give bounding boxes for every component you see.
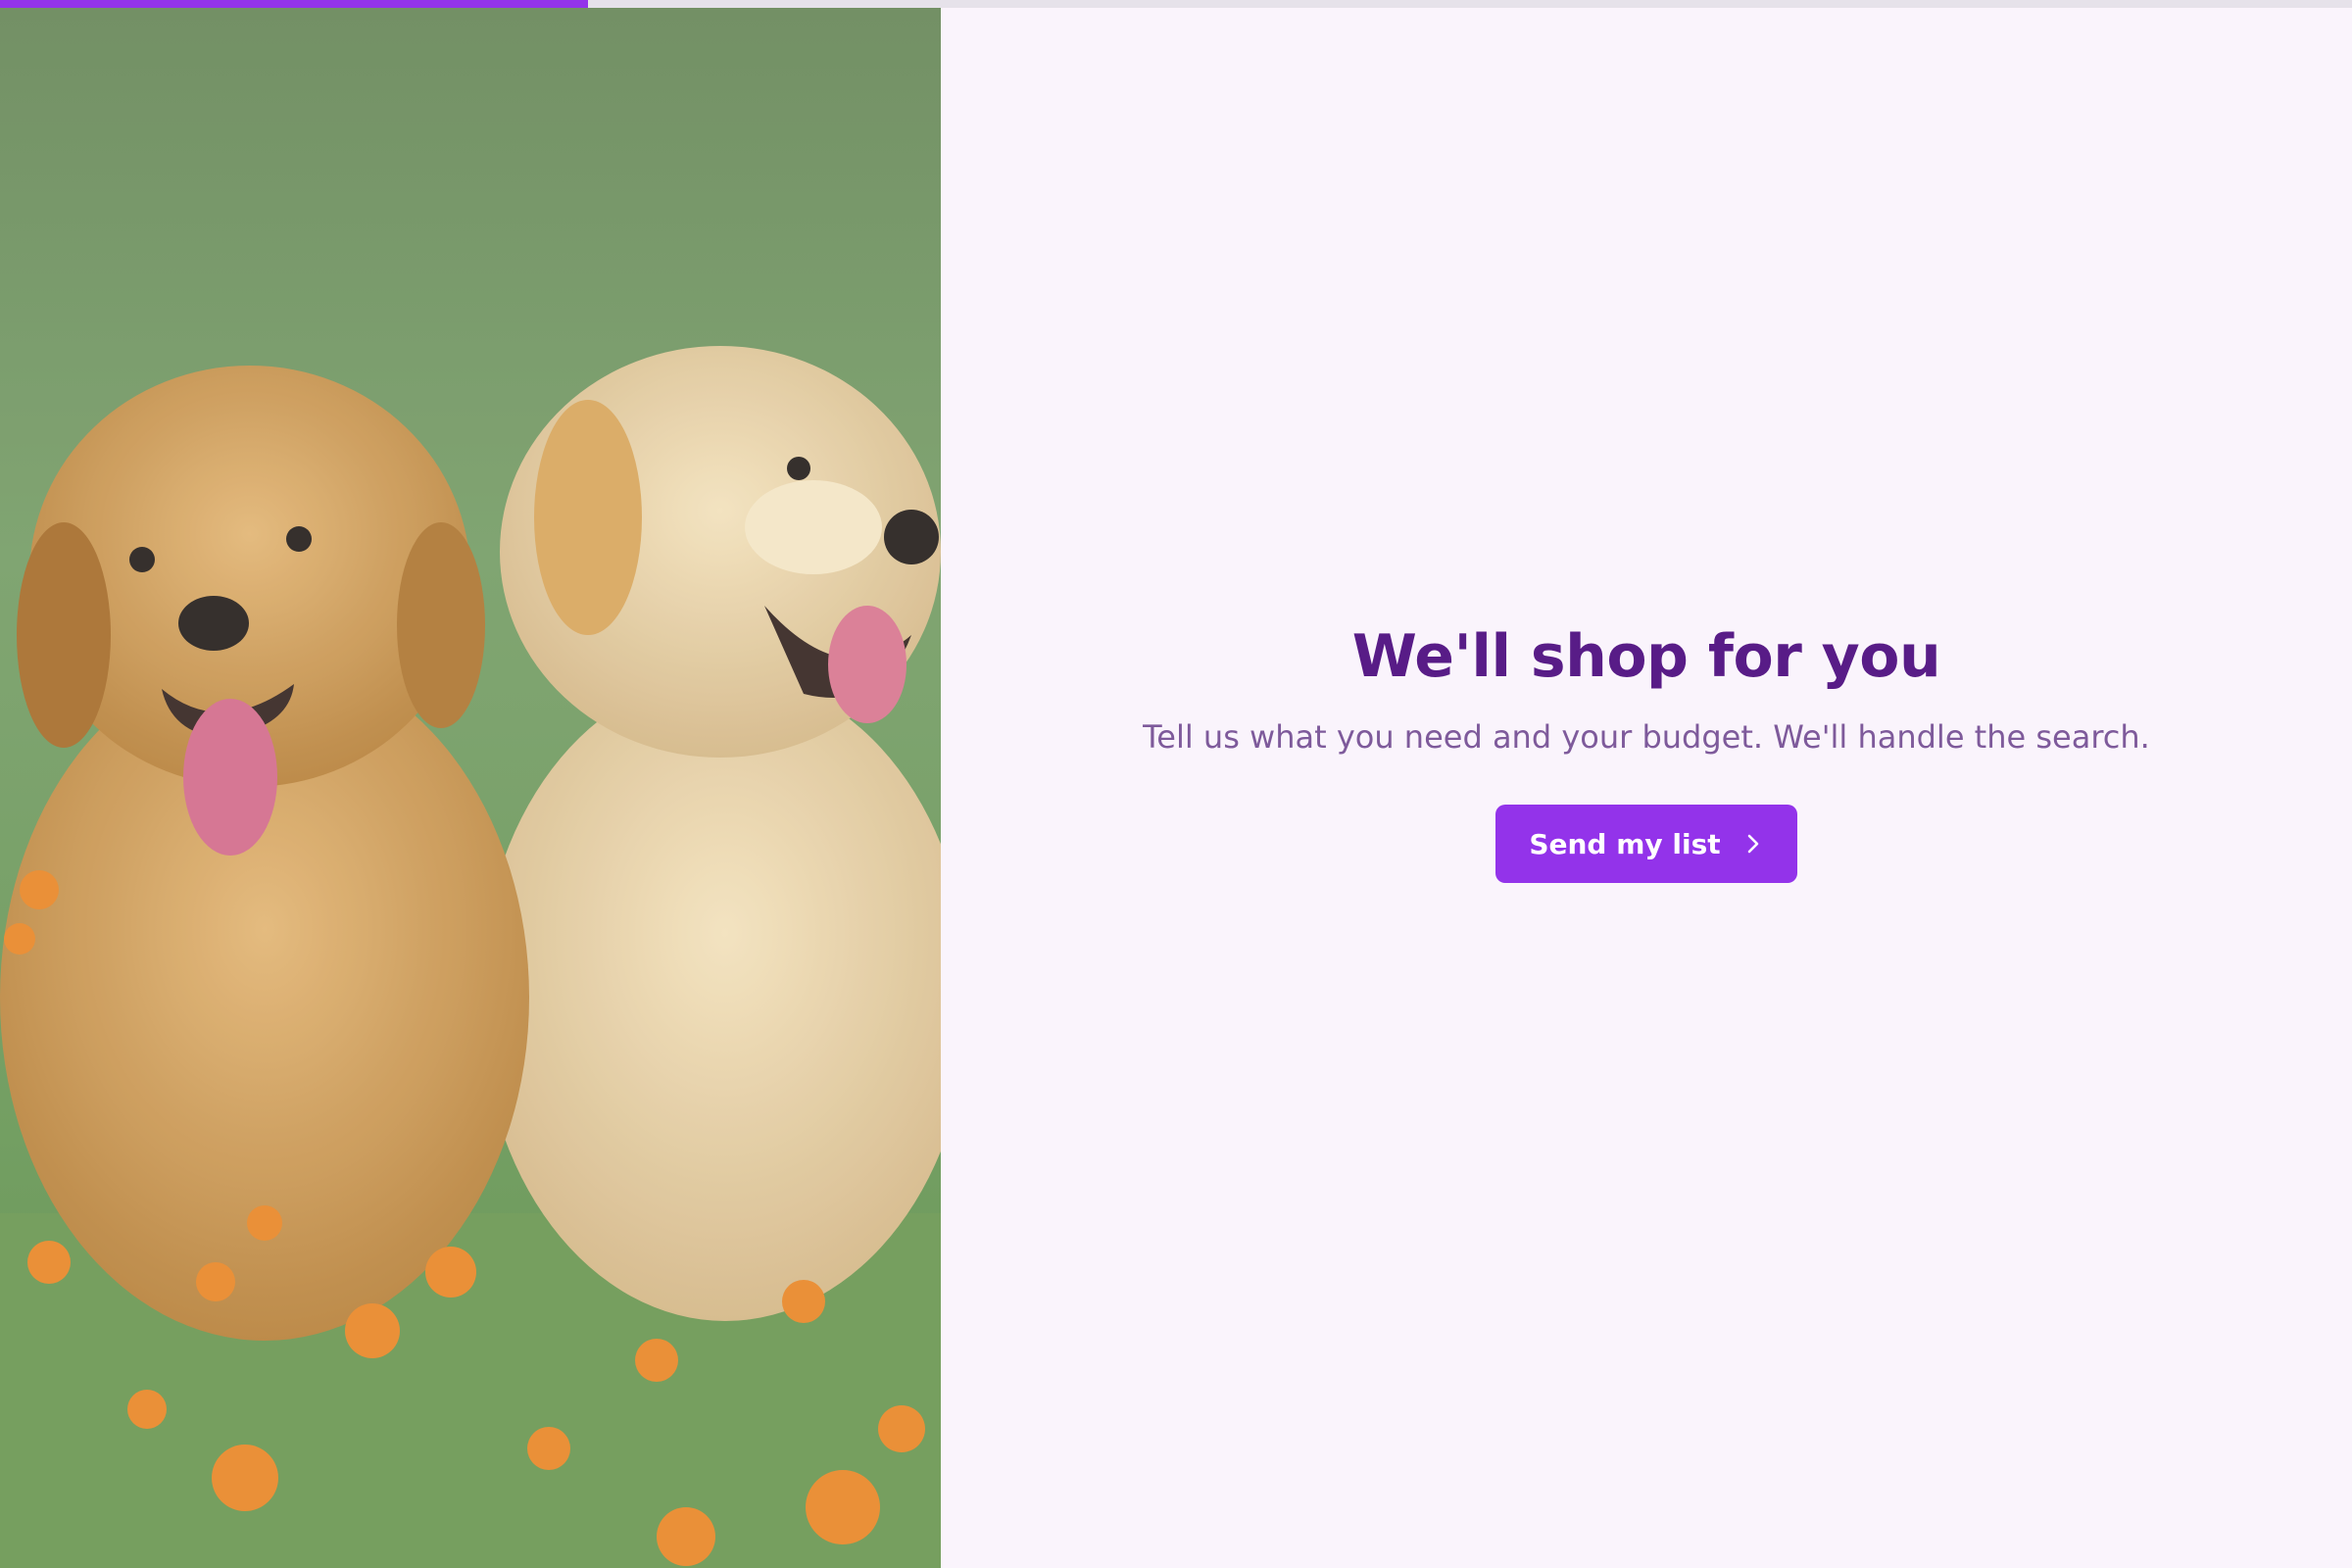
page-subtitle: Tell us what you need and your budget. W… <box>1143 718 2150 756</box>
send-my-list-label: Send my list <box>1529 827 1721 860</box>
chevron-right-icon <box>1742 833 1764 855</box>
hero-image-puppies <box>0 8 941 1568</box>
main-content: We'll shop for you Tell us what you need… <box>941 8 2352 1568</box>
progress-bar <box>0 0 2352 8</box>
page-title: We'll shop for you <box>1351 622 1941 691</box>
progress-bar-fill <box>0 0 588 8</box>
send-my-list-button[interactable]: Send my list <box>1495 805 1797 883</box>
